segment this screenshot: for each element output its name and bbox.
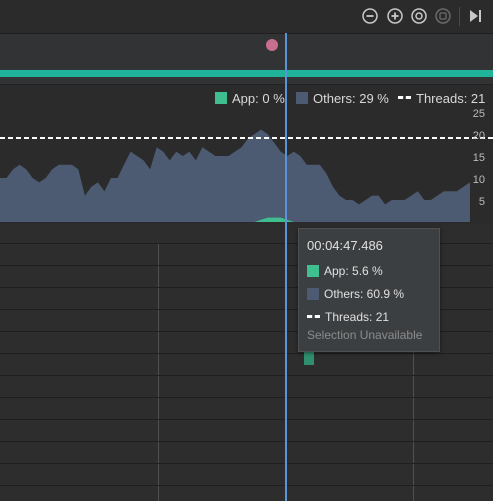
skip-to-end-icon <box>470 10 481 22</box>
reset-circle-icon <box>411 8 427 24</box>
attach-button[interactable] <box>435 8 451 24</box>
row-divider <box>0 485 493 486</box>
row-divider <box>0 419 493 420</box>
others-swatch <box>296 92 308 104</box>
thread-activity-bar[interactable] <box>304 350 314 365</box>
row-divider <box>0 441 493 442</box>
threads-dash <box>398 95 411 99</box>
tooltip-threads-row: Threads: 21 <box>307 310 389 324</box>
zoom-in-button[interactable] <box>387 8 403 24</box>
legend-others: Others: 29 % <box>296 90 389 106</box>
event-track <box>0 34 493 85</box>
app-swatch <box>307 265 319 277</box>
y-tick-label: 20 <box>472 130 485 142</box>
tooltip-others-row: Others: 60.9 % <box>307 287 404 301</box>
legend-others-label: Others: 29 % <box>313 90 389 106</box>
cpu-chart[interactable] <box>0 85 493 225</box>
go-live-button[interactable] <box>467 8 483 24</box>
cpu-chart-svg <box>0 129 493 222</box>
tooltip-threads: Threads: 21 <box>325 310 390 324</box>
y-tick-label: 10 <box>472 174 485 186</box>
toolbar <box>0 0 493 34</box>
row-divider <box>0 353 493 354</box>
legend-app: App: 0 % <box>215 90 285 106</box>
attach-icon <box>435 8 451 24</box>
legend-threads: Threads: 21 <box>398 90 485 106</box>
app-swatch <box>215 92 227 104</box>
plus-circle-icon <box>387 8 403 24</box>
toolbar-separator <box>459 7 460 26</box>
threads-dash <box>307 314 320 318</box>
y-tick-label: 15 <box>472 152 485 164</box>
timeline-cursor[interactable] <box>285 33 287 501</box>
tooltip-time: 00:04:47.486 <box>307 238 383 253</box>
tooltip-app: App: 5.6 % <box>324 264 383 278</box>
tooltip: 00:04:47.486 App: 5.6 % Others: 60.9 % T… <box>298 228 440 352</box>
row-divider <box>0 375 493 376</box>
others-area <box>0 129 470 222</box>
row-divider <box>0 463 493 464</box>
y-tick-label: 25 <box>472 108 485 120</box>
legend-app-label: App: 0 % <box>232 90 285 106</box>
tooltip-app-row: App: 5.6 % <box>307 264 383 278</box>
minus-circle-icon <box>362 8 378 24</box>
zoom-out-button[interactable] <box>362 8 378 24</box>
event-marker[interactable] <box>266 39 278 51</box>
y-tick-label: 5 <box>478 196 485 208</box>
others-swatch <box>307 288 319 300</box>
tooltip-footer: Selection Unavailable <box>307 328 423 342</box>
row-divider <box>0 397 493 398</box>
legend-threads-label: Threads: 21 <box>416 90 486 106</box>
state-bar <box>0 70 493 77</box>
reset-zoom-button[interactable] <box>411 8 427 24</box>
tooltip-others: Others: 60.9 % <box>324 287 405 301</box>
